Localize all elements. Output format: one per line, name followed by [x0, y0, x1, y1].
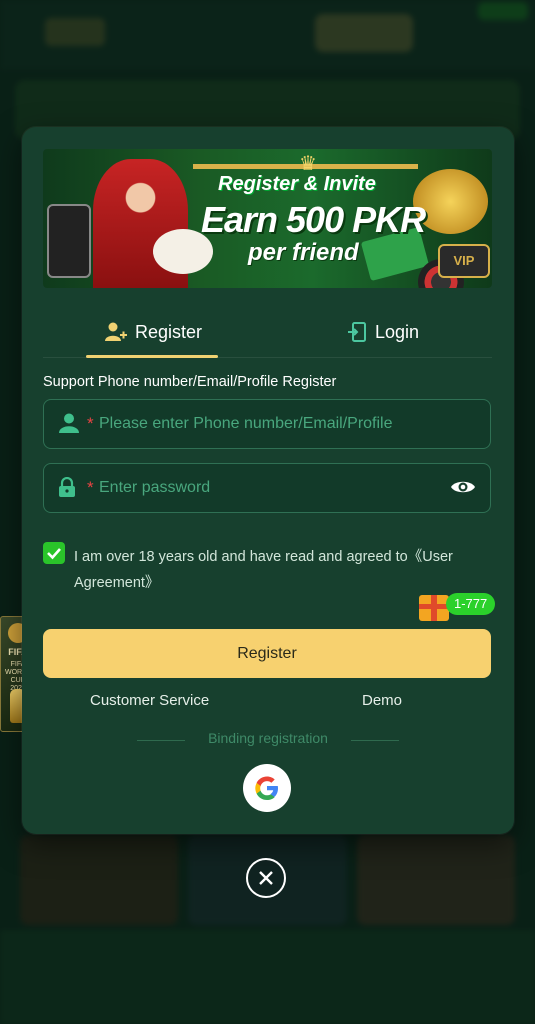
- demo-link[interactable]: Demo: [362, 692, 402, 709]
- close-modal-button[interactable]: [246, 858, 286, 898]
- promo-badge-label: 1-777: [446, 593, 496, 615]
- support-hint: Support Phone number/Email/Profile Regis…: [43, 374, 337, 390]
- register-modal: ♛ VIP Register & Invite Earn 500 PKR per…: [22, 127, 514, 834]
- promo-gift-badge[interactable]: 1-777: [419, 593, 499, 621]
- tab-register-label: Register: [135, 321, 203, 342]
- banner-headline: Register & Invite: [218, 173, 376, 195]
- google-login-button[interactable]: [243, 764, 291, 812]
- binding-divider: Binding registration: [137, 730, 399, 750]
- door-enter-icon: [348, 322, 366, 342]
- user-icon: [59, 413, 79, 433]
- check-icon: [47, 548, 61, 560]
- phone-graphic: [47, 204, 91, 278]
- customer-service-link[interactable]: Customer Service: [90, 692, 209, 709]
- account-field: *: [43, 399, 491, 449]
- agreement-text: I am over 18 years old and have read and…: [74, 544, 484, 596]
- close-icon: [259, 871, 273, 885]
- active-tab-indicator: [86, 355, 218, 358]
- google-icon: [255, 776, 278, 800]
- user-plus-icon: [105, 322, 127, 341]
- auth-tabs: Register Login: [43, 307, 492, 358]
- eye-icon[interactable]: [450, 478, 476, 496]
- binding-label: Binding registration: [208, 730, 328, 746]
- tab-register[interactable]: Register: [105, 317, 202, 347]
- tab-login-label: Login: [375, 321, 420, 342]
- banner-subline: per friend: [248, 239, 359, 266]
- lock-icon: [59, 477, 75, 497]
- agreement-statement: I am over 18 years old and have read and…: [74, 549, 408, 565]
- required-mark: *: [87, 414, 94, 433]
- password-field: *: [43, 463, 491, 513]
- account-input[interactable]: [97, 400, 441, 448]
- agreement-checkbox[interactable]: [43, 542, 65, 564]
- register-button[interactable]: Register: [43, 629, 491, 678]
- banner-amount: Earn 500 PKR: [201, 199, 426, 240]
- gift-icon: [419, 595, 449, 621]
- promo-banner[interactable]: ♛ VIP Register & Invite Earn 500 PKR per…: [43, 149, 492, 288]
- required-mark: *: [87, 478, 94, 497]
- password-input[interactable]: [97, 464, 441, 512]
- vip-badge: VIP: [438, 244, 490, 278]
- tab-login[interactable]: Login: [347, 317, 419, 347]
